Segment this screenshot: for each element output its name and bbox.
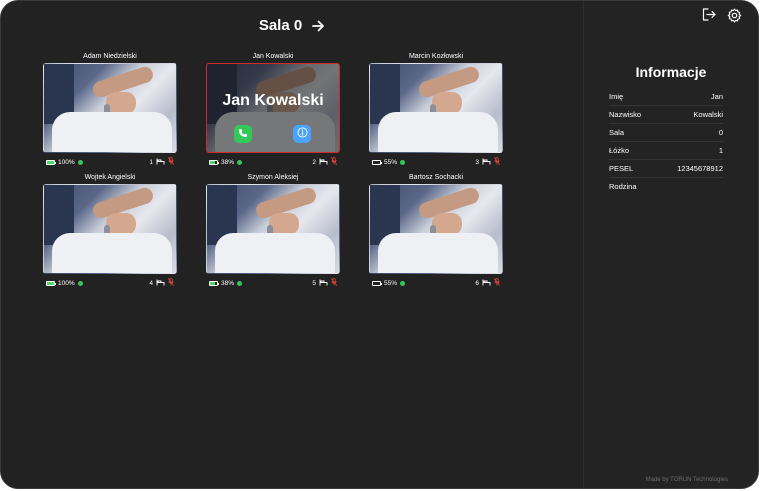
battery-icon — [46, 159, 56, 165]
bed-icon — [482, 158, 491, 167]
patient-camera-image[interactable] — [43, 184, 177, 274]
tile-status-bar: 100% 1 — [43, 156, 177, 168]
mic-muted-icon[interactable] — [167, 157, 175, 167]
battery-icon — [372, 280, 382, 286]
bed-number: 4 — [149, 279, 153, 287]
patient-action-overlay: Jan Kowalski — [207, 64, 339, 152]
patient-camera-image[interactable]: Jan Kowalski — [206, 63, 340, 153]
bed-icon — [319, 158, 328, 167]
app-window: Sala 0 Adam Niedzielski 100% 1 Jan Kowal… — [0, 0, 759, 489]
room-header: Sala 0 — [1, 17, 583, 34]
tile-status-bar: 38% 5 — [206, 277, 340, 289]
footer-credit: Made by TORUN Technologies — [645, 477, 728, 483]
bed-icon — [156, 158, 165, 167]
info-row-last-name: Nazwisko Kowalski — [609, 107, 723, 124]
bed-icon — [482, 279, 491, 288]
patient-tile[interactable]: Szymon Aleksiej 38% 5 — [206, 173, 340, 289]
call-button[interactable] — [234, 125, 252, 143]
patient-name: Adam Niedzielski — [83, 53, 137, 60]
bed-number: 1 — [149, 158, 153, 166]
status-dot-icon — [77, 159, 83, 165]
status-dot-icon — [237, 280, 243, 286]
info-label: PESEL — [609, 164, 634, 173]
main-panel: Sala 0 Adam Niedzielski 100% 1 Jan Kowal… — [1, 1, 583, 488]
tile-status-bar: 55% 6 — [369, 277, 503, 289]
mic-muted-icon[interactable] — [167, 278, 175, 288]
patient-name: Marcin Kozłowski — [408, 53, 464, 60]
info-icon — [296, 125, 308, 143]
logout-icon[interactable] — [702, 8, 716, 23]
battery-percent: 55% — [384, 279, 398, 287]
info-list: Imię Jan Nazwisko Kowalski Sala 0 Łóżko 1 PE… — [609, 89, 723, 196]
patient-name: Wojtek Angielski — [84, 174, 136, 181]
tile-status-bar: 38% 2 — [206, 156, 340, 168]
battery-percent: 38% — [221, 158, 235, 166]
battery-icon — [209, 280, 219, 286]
patient-name: Szymon Aleksiej — [247, 174, 299, 181]
bed-number: 3 — [475, 158, 479, 166]
patient-tile[interactable]: Adam Niedzielski 100% 1 — [43, 52, 177, 168]
bed-icon — [156, 279, 165, 288]
patient-camera-image[interactable] — [206, 184, 340, 274]
battery-icon — [209, 159, 219, 165]
patient-name: Jan Kowalski — [252, 53, 294, 60]
gear-icon[interactable] — [727, 8, 742, 23]
status-dot-icon — [77, 280, 83, 286]
status-dot-icon — [400, 280, 406, 286]
mic-muted-icon[interactable] — [493, 278, 501, 288]
battery-percent: 100% — [58, 279, 75, 287]
info-row-room: Sala 0 — [609, 125, 723, 142]
tile-status-bar: 100% 4 — [43, 277, 177, 289]
info-value: 12345678912 — [677, 164, 723, 173]
info-label: Łóżko — [609, 146, 630, 155]
info-label: Rodzina — [609, 182, 637, 191]
patient-name: Bartosz Sochacki — [408, 174, 464, 181]
patient-tile[interactable]: Jan Kowalski Jan Kowalski 38% 2 — [206, 52, 340, 168]
info-row-first-name: Imię Jan — [609, 89, 723, 106]
mic-muted-icon[interactable] — [330, 278, 338, 288]
battery-percent: 38% — [221, 279, 235, 287]
info-sidebar: Informacje Imię Jan Nazwisko Kowalski Sala… — [583, 1, 758, 488]
phone-icon — [238, 125, 248, 143]
bed-number: 5 — [312, 279, 316, 287]
info-value: Jan — [710, 92, 723, 101]
bed-number: 6 — [475, 279, 479, 287]
patient-camera-image[interactable] — [369, 184, 503, 274]
info-title: Informacje — [635, 64, 707, 80]
patient-tile[interactable]: Marcin Kozłowski 55% 3 — [369, 52, 503, 168]
info-label: Nazwisko — [609, 110, 642, 119]
mic-muted-icon[interactable] — [330, 157, 338, 167]
patient-camera-image[interactable] — [43, 63, 177, 153]
patient-tile[interactable]: Wojtek Angielski 100% 4 — [43, 173, 177, 289]
top-toolbar — [702, 8, 742, 23]
info-button[interactable] — [293, 125, 311, 143]
bed-icon — [319, 279, 328, 288]
battery-icon — [46, 280, 56, 286]
patient-tile[interactable]: Bartosz Sochacki 55% 6 — [369, 173, 503, 289]
info-label: Imię — [609, 92, 624, 101]
battery-icon — [372, 159, 382, 165]
status-dot-icon — [237, 159, 243, 165]
patient-camera-image[interactable] — [369, 63, 503, 153]
info-value: 0 — [718, 128, 723, 137]
info-row-bed: Łóżko 1 — [609, 143, 723, 160]
battery-percent: 55% — [384, 158, 398, 166]
overlay-patient-name: Jan Kowalski — [222, 92, 324, 109]
info-label: Sala — [609, 128, 625, 137]
tile-status-bar: 55% 3 — [369, 156, 503, 168]
info-value: 1 — [718, 146, 723, 155]
room-title: Sala 0 — [258, 17, 303, 34]
info-value: Kowalski — [693, 110, 723, 119]
arrow-right-icon[interactable] — [312, 20, 325, 32]
mic-muted-icon[interactable] — [493, 157, 501, 167]
info-row-family: Rodzina — [609, 179, 723, 195]
status-dot-icon — [400, 159, 406, 165]
info-row-pesel: PESEL 12345678912 — [609, 161, 723, 178]
bed-number: 2 — [312, 158, 316, 166]
battery-percent: 100% — [58, 158, 75, 166]
